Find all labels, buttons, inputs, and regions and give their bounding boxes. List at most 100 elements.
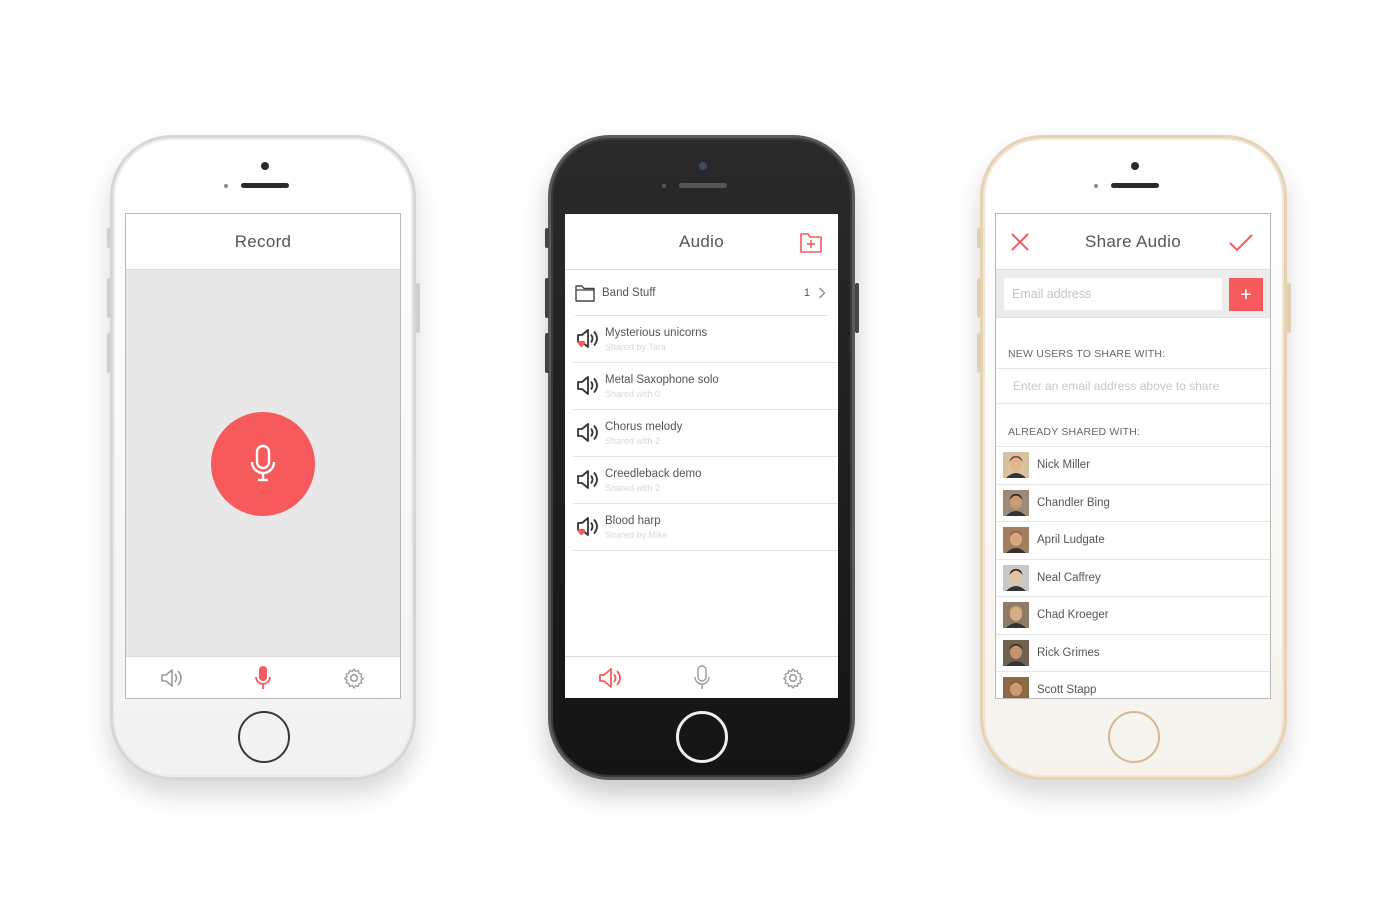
avatar-photo bbox=[1003, 677, 1029, 698]
page-title: Record bbox=[234, 231, 292, 251]
home-button[interactable] bbox=[238, 711, 290, 763]
audio-list: Band Stuff 1 Mysterious unicorns Shared b… bbox=[565, 270, 838, 551]
tab-audio[interactable] bbox=[591, 662, 631, 694]
contact-row[interactable]: Rick Grimes bbox=[996, 633, 1270, 672]
folder-name: Band Stuff bbox=[602, 286, 656, 299]
volume-down-button bbox=[545, 333, 549, 373]
avatar bbox=[1003, 527, 1029, 554]
volume-up-button bbox=[977, 278, 981, 318]
power-button bbox=[1287, 283, 1291, 333]
contact-name: Neal Caffrey bbox=[1037, 571, 1101, 584]
nav-bar: Record bbox=[126, 214, 400, 270]
tab-record[interactable] bbox=[682, 662, 722, 694]
speaker-icon bbox=[160, 668, 182, 687]
microphone-icon bbox=[255, 665, 271, 689]
contact-row[interactable]: Chandler Bing bbox=[996, 483, 1270, 522]
power-button bbox=[855, 283, 859, 333]
volume-up-button bbox=[107, 278, 111, 318]
audio-item-icon-wrap bbox=[573, 512, 603, 542]
contact-row[interactable]: Chad Kroeger bbox=[996, 596, 1270, 634]
avatar bbox=[1003, 639, 1029, 666]
avatar bbox=[1003, 489, 1029, 516]
avatar-photo bbox=[1003, 602, 1029, 629]
audio-item-icon-wrap bbox=[573, 324, 603, 354]
tab-audio[interactable] bbox=[152, 662, 192, 694]
speaker-icon bbox=[598, 667, 621, 688]
home-button[interactable] bbox=[1108, 711, 1160, 763]
avatar bbox=[1003, 564, 1029, 591]
contact-name: Scott Stapp bbox=[1037, 684, 1097, 697]
tab-settings[interactable] bbox=[334, 662, 374, 694]
microphone-icon bbox=[250, 444, 276, 482]
record-button[interactable] bbox=[211, 412, 315, 516]
tab-record[interactable] bbox=[243, 662, 283, 694]
contact-name: Chad Kroeger bbox=[1037, 609, 1109, 622]
audio-item-text: Chorus melody Shared with 2 bbox=[605, 421, 682, 446]
audio-item-icon-wrap bbox=[573, 371, 603, 401]
audio-item-text: Creedleback demo Shared with 2 bbox=[605, 468, 702, 493]
page-title: Share Audio bbox=[1085, 231, 1181, 251]
audio-item-title: Mysterious unicorns bbox=[605, 326, 708, 339]
contact-row[interactable]: April Ludgate bbox=[996, 521, 1270, 559]
home-button[interactable] bbox=[676, 711, 728, 763]
audio-item-title: Chorus melody bbox=[605, 420, 683, 433]
audio-file-icon bbox=[577, 376, 598, 395]
avatar bbox=[1003, 677, 1029, 698]
shared-audio-icon bbox=[577, 517, 598, 536]
audio-item-subtitle: Shared with 0 bbox=[605, 388, 661, 399]
contact-row[interactable]: Nick Miller bbox=[996, 446, 1270, 484]
avatar-photo bbox=[1003, 564, 1029, 591]
folder-row[interactable]: Band Stuff 1 bbox=[575, 270, 828, 316]
contact-row[interactable]: Neal Caffrey bbox=[996, 558, 1270, 597]
nav-bar: Audio bbox=[565, 214, 838, 270]
add-folder-icon[interactable] bbox=[798, 229, 824, 255]
mute-switch bbox=[545, 228, 549, 248]
email-bar: + bbox=[996, 270, 1270, 318]
audio-item[interactable]: Metal Saxophone solo Shared with 0 bbox=[573, 363, 838, 410]
avatar-photo bbox=[1003, 639, 1029, 666]
audio-item-icon-wrap bbox=[573, 418, 603, 448]
audio-item[interactable]: Chorus melody Shared with 2 bbox=[573, 410, 838, 457]
volume-up-button bbox=[545, 278, 549, 318]
audio-file-icon bbox=[577, 470, 598, 489]
folder-icon bbox=[575, 284, 595, 302]
contact-name: April Ludgate bbox=[1037, 534, 1105, 547]
audio-item-text: Mysterious unicorns Shared by Tara bbox=[605, 327, 707, 352]
contact-name: Chandler Bing bbox=[1037, 496, 1110, 509]
mute-switch bbox=[977, 228, 981, 248]
proximity-sensor bbox=[224, 184, 228, 188]
avatar bbox=[1003, 452, 1029, 479]
front-camera bbox=[1131, 162, 1139, 170]
audio-item-subtitle: Shared by Tara bbox=[605, 341, 666, 352]
add-email-button[interactable]: + bbox=[1229, 278, 1263, 311]
audio-item[interactable]: Creedleback demo Shared with 2 bbox=[573, 457, 838, 504]
audio-item-text: Blood harp Shared by Mike bbox=[605, 515, 668, 540]
volume-down-button bbox=[977, 333, 981, 373]
front-camera bbox=[699, 162, 707, 170]
front-camera bbox=[261, 162, 269, 170]
contact-row[interactable]: Scott Stapp bbox=[996, 671, 1270, 698]
checkmark-icon[interactable] bbox=[1228, 232, 1254, 254]
earpiece-speaker bbox=[1111, 183, 1159, 188]
audio-item[interactable]: Mysterious unicorns Shared by Tara bbox=[573, 316, 838, 363]
audio-item-title: Blood harp bbox=[605, 514, 661, 527]
already-shared-label: ALREADY SHARED WITH: bbox=[1008, 426, 1141, 438]
audio-item-icon-wrap bbox=[573, 465, 603, 495]
audio-item-subtitle: Shared by Mike bbox=[605, 529, 668, 540]
power-button bbox=[416, 283, 420, 333]
earpiece-speaker bbox=[679, 183, 727, 188]
audio-file-icon bbox=[577, 423, 598, 442]
tab-settings[interactable] bbox=[773, 662, 813, 694]
audio-items: Mysterious unicorns Shared by Tara Metal S… bbox=[565, 316, 838, 551]
close-icon[interactable] bbox=[1008, 230, 1032, 254]
audio-item-subtitle: Shared with 2 bbox=[605, 482, 661, 493]
new-users-empty-note: Enter an email address above to share bbox=[996, 368, 1270, 404]
shared-audio-icon bbox=[577, 329, 598, 348]
volume-down-button bbox=[107, 333, 111, 373]
avatar-photo bbox=[1003, 452, 1029, 479]
email-input[interactable] bbox=[1004, 278, 1222, 310]
audio-item[interactable]: Blood harp Shared by Mike bbox=[573, 504, 838, 551]
avatar bbox=[1003, 602, 1029, 629]
audio-item-title: Creedleback demo bbox=[605, 467, 702, 480]
tab-bar bbox=[565, 656, 838, 698]
